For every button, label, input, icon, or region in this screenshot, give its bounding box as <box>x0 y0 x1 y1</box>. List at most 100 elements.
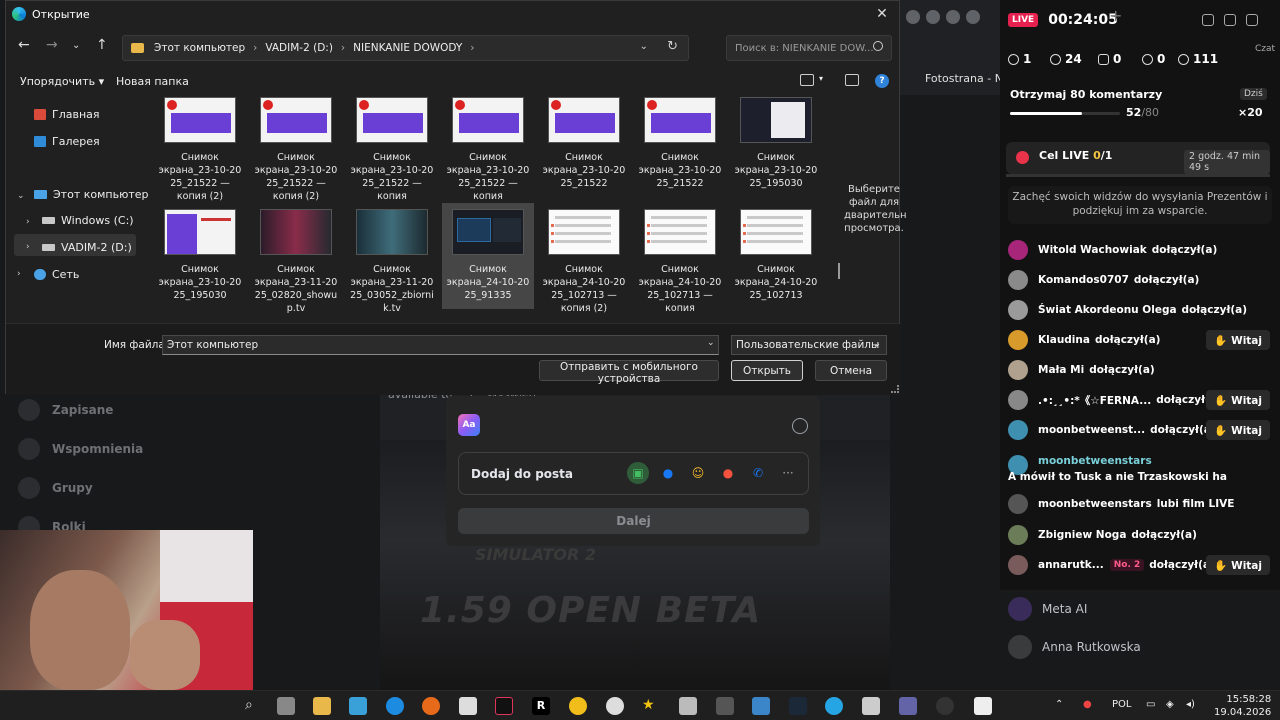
breadcrumb-this-pc[interactable]: Этот компьютер <box>154 42 245 54</box>
wave-welcome-button[interactable]: ✋ Witaj <box>1206 330 1270 350</box>
chevron-down-icon[interactable]: ⌄ <box>640 41 648 52</box>
address-bar[interactable]: Этот компьютер › VADIM-2 (D:) › NIENKANI… <box>122 35 689 61</box>
file-tile[interactable]: Снимок экрана_24-10-20 25_102713 — копия <box>634 205 726 315</box>
search-icon[interactable]: ⌕ <box>245 697 263 715</box>
tab-icon[interactable] <box>926 10 940 24</box>
add-icon[interactable]: + <box>1109 6 1122 25</box>
edge-icon[interactable] <box>386 697 404 715</box>
lock-icon[interactable] <box>1202 14 1214 26</box>
avatar[interactable] <box>1008 390 1028 410</box>
app-icon[interactable] <box>679 697 697 715</box>
chat-username[interactable]: Świat Akordeonu Olega <box>1038 304 1177 316</box>
file-tile[interactable]: Снимок экрана_23-10-20 25_195030 <box>730 93 822 190</box>
nav-this-pc[interactable]: Этот компьютер <box>34 188 149 201</box>
contact-meta-ai[interactable]: Meta AI <box>1000 590 1280 628</box>
nav-network[interactable]: Сеть <box>34 268 79 281</box>
phone-icon[interactable]: ✆ <box>747 462 769 484</box>
chevron-right-icon[interactable]: › <box>26 217 30 227</box>
resize-grip-icon[interactable] <box>891 385 899 393</box>
chevron-down-icon[interactable]: ⌄ <box>707 338 715 348</box>
fb-nav-memories[interactable]: Wspomnienia <box>0 429 260 468</box>
chat-username[interactable]: moonbetweenstars <box>1038 455 1152 467</box>
app-icon[interactable] <box>716 697 734 715</box>
forward-arrow-icon[interactable]: → <box>46 37 58 53</box>
up-arrow-icon[interactable]: ↑ <box>96 37 108 53</box>
file-tile[interactable]: Снимок экрана_23-10-20 25_21522 <box>538 93 630 190</box>
next-button[interactable]: Dalej <box>458 508 809 534</box>
app-icon[interactable] <box>459 697 477 715</box>
file-explorer-icon[interactable] <box>313 697 331 715</box>
close-icon[interactable] <box>1246 14 1258 26</box>
microphone-icon[interactable]: ● <box>1083 699 1092 710</box>
chat-username[interactable]: annarutk... <box>1038 559 1104 571</box>
file-tile[interactable]: Снимок экрана_23-10-20 25_21522 — копия <box>442 93 534 203</box>
chevron-right-icon[interactable]: › <box>26 242 30 252</box>
chat-username[interactable]: Zbigniew Noga <box>1038 529 1126 541</box>
firefox-icon[interactable] <box>422 697 440 715</box>
contact-anna[interactable]: Anna Rutkowska <box>1000 628 1280 666</box>
avatar[interactable] <box>1008 360 1028 380</box>
chevron-down-icon[interactable]: ▾ <box>819 74 823 83</box>
recent-locations-icon[interactable]: ⌄ <box>72 40 80 51</box>
nav-gallery[interactable]: Галерея <box>34 135 100 148</box>
view-mode-icon[interactable] <box>800 74 814 86</box>
chat-username[interactable]: .•:¸¸•:*《☆FERNA... <box>1038 393 1151 408</box>
avatar[interactable] <box>1008 330 1028 350</box>
chat-username[interactable]: Mała Mi <box>1038 364 1084 376</box>
nav-drive-c[interactable]: Windows (C:) <box>42 214 134 227</box>
file-tile[interactable]: Снимок экрана_24-10-20 25_102713 <box>730 205 822 302</box>
wave-welcome-button[interactable]: ✋ Witaj <box>1206 420 1270 440</box>
file-tile[interactable]: Снимок экрана_24-10-20 25_102713 — копия (2… <box>538 205 630 315</box>
star-icon[interactable]: ★ <box>642 697 660 715</box>
cancel-button[interactable]: Отмена <box>815 360 887 381</box>
open-button[interactable]: Открыть <box>731 360 803 381</box>
tab-icon[interactable] <box>966 10 980 24</box>
avatar[interactable] <box>1008 555 1028 575</box>
file-tile[interactable]: Снимок экрана_23-11-20 25_03052_zbiorni k.t… <box>346 205 438 315</box>
settings-icon[interactable] <box>1224 14 1236 26</box>
file-tile[interactable]: Снимок экрана_23-10-20 25_195030 <box>154 205 246 302</box>
file-tile[interactable]: Снимок экрана_23-10-20 25_21522 <box>634 93 726 190</box>
snipping-tool-icon[interactable] <box>349 697 367 715</box>
preview-pane-icon[interactable] <box>845 74 859 86</box>
app-r-icon[interactable]: R <box>532 697 550 715</box>
telegram-icon[interactable] <box>825 697 843 715</box>
text-style-button[interactable]: Aa <box>458 414 480 436</box>
filetype-select[interactable]: Пользовательские файлы ⌄ <box>731 335 887 355</box>
more-icon[interactable]: ··· <box>777 462 799 484</box>
task-view-icon[interactable] <box>277 697 295 715</box>
close-icon[interactable]: ✕ <box>871 5 893 23</box>
file-tile[interactable]: Снимок экрана_23-11-20 25_02820_showu p.tv <box>250 205 342 315</box>
tab-icon[interactable] <box>906 10 920 24</box>
nav-home[interactable]: Главная <box>34 108 100 121</box>
avatar[interactable] <box>1008 240 1028 260</box>
chat-username[interactable]: Komandos0707 <box>1038 274 1129 286</box>
live-goal-box[interactable]: Cel LIVE 0/1 2 godz. 47 min 49 s <box>1006 142 1270 174</box>
refresh-icon[interactable]: ↻ <box>667 39 678 54</box>
back-arrow-icon[interactable]: ← <box>18 37 30 53</box>
chat-username[interactable]: moonbetweenstars <box>1038 498 1152 510</box>
avatar[interactable] <box>1008 300 1028 320</box>
clock[interactable]: 15:58:28 19.04.2026 <box>1214 693 1271 719</box>
teams-icon[interactable] <box>899 697 917 715</box>
app-icon[interactable] <box>936 697 954 715</box>
avatar[interactable] <box>1008 270 1028 290</box>
network-icon[interactable]: ◈ <box>1166 699 1174 710</box>
photos-icon[interactable] <box>752 697 770 715</box>
photo-icon[interactable]: ▣ <box>627 462 649 484</box>
media-player-icon[interactable] <box>862 697 880 715</box>
tiktok-icon[interactable] <box>495 697 513 715</box>
steam-icon[interactable] <box>789 697 807 715</box>
file-tile[interactable]: Снимок экрана_23-10-20 25_21522 — копия <box>346 93 438 203</box>
app-icon[interactable] <box>606 697 624 715</box>
chat-label[interactable]: Czat <box>1255 44 1275 54</box>
chevron-right-icon[interactable]: › <box>17 269 21 279</box>
fb-nav-groups[interactable]: Grupy <box>0 468 260 507</box>
chevron-down-icon[interactable]: ⌄ <box>17 191 25 201</box>
chat-username[interactable]: moonbetweenst... <box>1038 424 1145 436</box>
emoji-icon[interactable] <box>792 418 808 434</box>
wave-welcome-button[interactable]: ✋ Witaj <box>1206 390 1270 410</box>
file-tile-selected[interactable]: Снимок экрана_24-10-20 25_91335 <box>442 203 534 309</box>
monitor-icon[interactable]: ▭ <box>1146 699 1155 710</box>
new-folder-button[interactable]: Новая папка <box>116 75 189 88</box>
